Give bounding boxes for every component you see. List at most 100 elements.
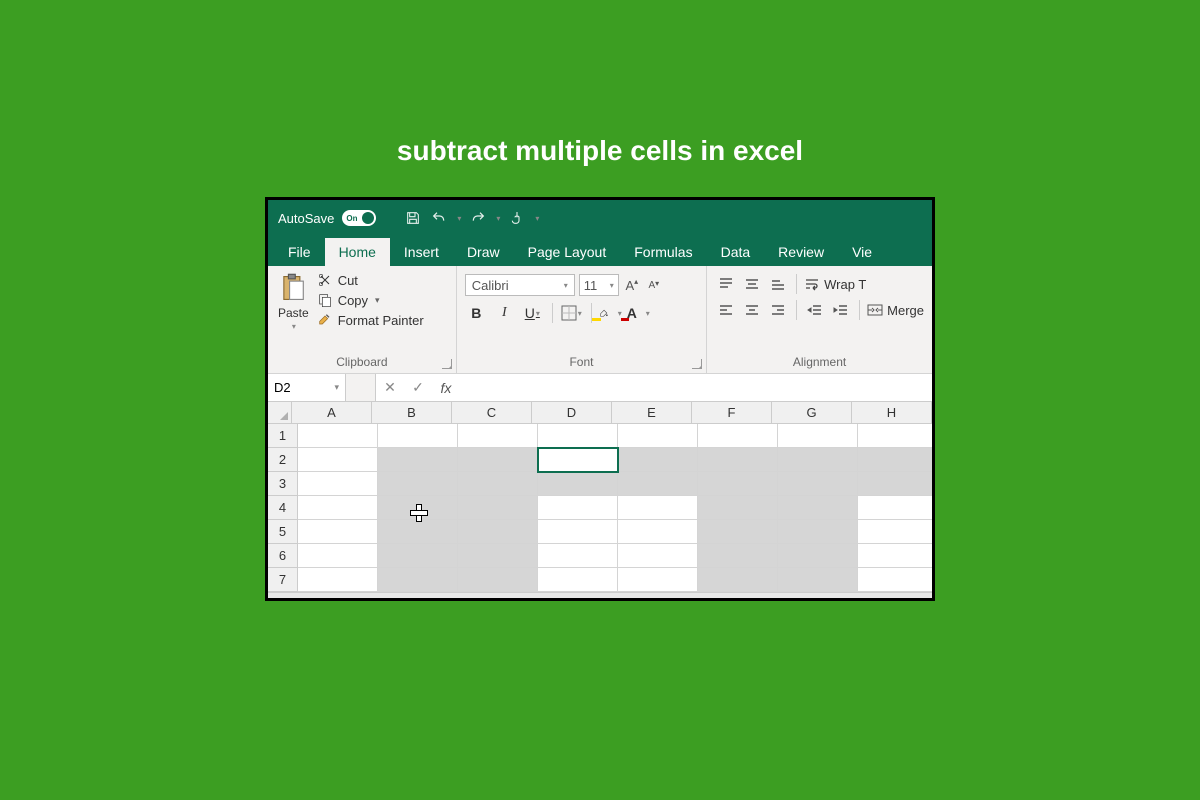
tab-formulas[interactable]: Formulas [620,238,706,266]
cell[interactable] [378,520,458,544]
cell[interactable] [298,496,378,520]
tab-review[interactable]: Review [764,238,838,266]
cell[interactable] [618,496,698,520]
cell[interactable] [698,544,778,568]
column-header[interactable]: D [532,402,612,424]
cut-button[interactable]: Cut [317,272,424,288]
increase-indent-button[interactable] [830,301,852,319]
cell[interactable] [858,544,935,568]
cell[interactable] [538,472,618,496]
cell[interactable] [298,472,378,496]
copy-button[interactable]: Copy ▾ [317,292,424,308]
touch-mode-icon[interactable] [508,209,526,227]
row-header[interactable]: 4 [268,496,298,520]
fx-button[interactable]: fx [432,374,460,401]
cell[interactable] [778,520,858,544]
paste-button[interactable]: Paste ▾ [276,270,311,350]
tab-insert[interactable]: Insert [390,238,453,266]
redo-icon[interactable] [469,209,487,227]
cell[interactable] [458,424,538,448]
copy-dropdown-icon[interactable]: ▾ [375,295,380,306]
align-bottom-button[interactable] [767,275,789,293]
cell[interactable] [458,472,538,496]
cell[interactable] [298,568,378,592]
cell[interactable] [778,544,858,568]
underline-button[interactable]: U▾ [521,302,545,324]
font-name-select[interactable]: Calibri ▾ [465,274,575,296]
select-all-corner[interactable] [268,402,292,424]
undo-dropdown-icon[interactable]: ▾ [457,214,461,223]
bold-button[interactable]: B [465,302,489,324]
cell[interactable] [618,568,698,592]
cell[interactable] [538,496,618,520]
align-middle-button[interactable] [741,275,763,293]
cell[interactable] [378,424,458,448]
column-header[interactable]: A [292,402,372,424]
row-header[interactable]: 1 [268,424,298,448]
cell[interactable] [378,568,458,592]
cell[interactable] [698,568,778,592]
cell[interactable] [618,448,698,472]
cell[interactable] [698,472,778,496]
cell[interactable] [298,424,378,448]
align-center-button[interactable] [741,301,763,319]
cell[interactable] [538,448,618,472]
cell[interactable] [458,520,538,544]
tab-view[interactable]: Vie [838,238,886,266]
cell[interactable] [298,448,378,472]
cell[interactable] [298,520,378,544]
merge-button[interactable]: Merge [867,303,924,318]
cell[interactable] [698,424,778,448]
cell[interactable] [778,568,858,592]
font-size-select[interactable]: 11 ▾ [579,274,619,296]
name-box[interactable]: D2 ▾ [268,374,346,401]
cell[interactable] [858,448,935,472]
autosave-toggle[interactable]: On [342,210,376,226]
column-header[interactable]: C [452,402,532,424]
cell[interactable] [618,520,698,544]
save-icon[interactable] [404,209,422,227]
cell[interactable] [858,424,935,448]
cell[interactable] [698,448,778,472]
cell[interactable] [538,568,618,592]
cell[interactable] [458,448,538,472]
column-header[interactable]: B [372,402,452,424]
italic-button[interactable]: I [493,302,517,324]
font-color-button[interactable]: A▾ [627,302,651,324]
column-header[interactable]: F [692,402,772,424]
align-left-button[interactable] [715,301,737,319]
clipboard-dialog-launcher[interactable] [442,359,452,369]
cell[interactable] [458,544,538,568]
decrease-indent-button[interactable] [804,301,826,319]
cell[interactable] [698,520,778,544]
undo-icon[interactable] [430,209,448,227]
column-header[interactable]: H [852,402,932,424]
enter-formula-button[interactable]: ✓ [404,374,432,401]
align-right-button[interactable] [767,301,789,319]
decrease-font-button[interactable]: A▾ [645,275,663,295]
cell[interactable] [858,496,935,520]
cell[interactable] [618,472,698,496]
tab-page-layout[interactable]: Page Layout [514,238,621,266]
cell[interactable] [378,544,458,568]
cancel-formula-button[interactable]: ✕ [376,374,404,401]
cell[interactable] [298,544,378,568]
cell[interactable] [458,496,538,520]
qat-customize-icon[interactable]: ▾ [535,214,539,223]
cell[interactable] [618,424,698,448]
cell[interactable] [858,520,935,544]
font-dialog-launcher[interactable] [692,359,702,369]
fill-color-button[interactable]: ▾ [599,302,623,324]
row-header[interactable]: 7 [268,568,298,592]
cell[interactable] [778,448,858,472]
cell[interactable] [858,472,935,496]
formula-input[interactable] [460,374,932,401]
row-header[interactable]: 3 [268,472,298,496]
tab-home[interactable]: Home [325,238,390,266]
paste-dropdown-icon[interactable]: ▾ [292,322,296,331]
cell[interactable] [458,568,538,592]
column-header[interactable]: E [612,402,692,424]
cell[interactable] [778,472,858,496]
redo-dropdown-icon[interactable]: ▾ [496,214,500,223]
cell[interactable] [778,496,858,520]
